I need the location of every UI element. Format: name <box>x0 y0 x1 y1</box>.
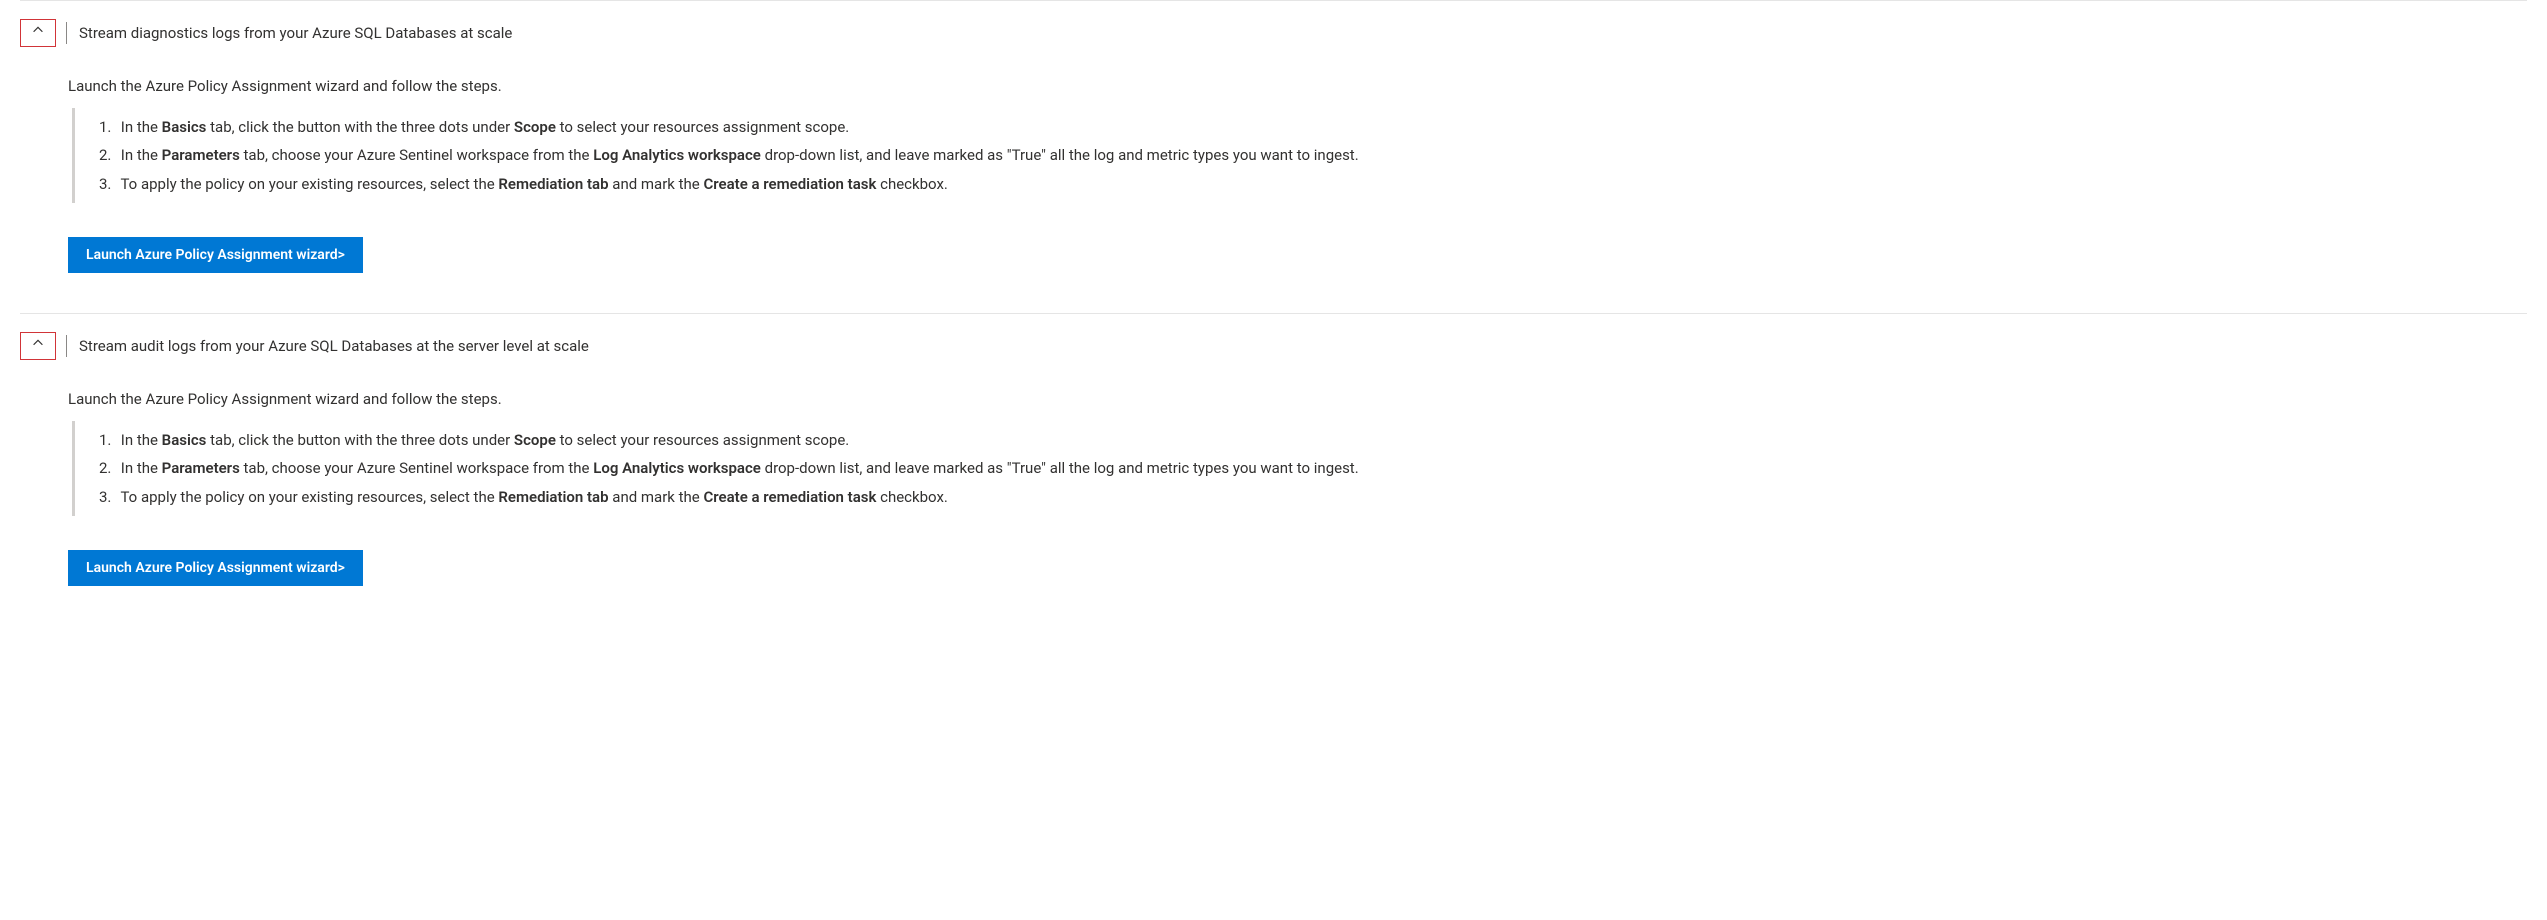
step-text: In the <box>121 431 162 449</box>
section-title: Stream audit logs from your Azure SQL Da… <box>79 335 589 358</box>
section-body: Launch the Azure Policy Assignment wizar… <box>68 75 2527 273</box>
step-text: drop-down list, and leave marked as "Tru… <box>761 146 1359 164</box>
step-line: 3. To apply the policy on your existing … <box>99 486 2527 509</box>
chevron-up-icon <box>31 336 45 357</box>
step-text: To apply the policy on your existing res… <box>120 488 498 506</box>
step-bold: Log Analytics workspace <box>593 459 761 477</box>
launch-wizard-button[interactable]: Launch Azure Policy Assignment wizard> <box>68 550 363 586</box>
step-number: 3. <box>99 173 117 196</box>
collapse-toggle[interactable] <box>20 19 56 47</box>
step-bold: Remediation tab <box>498 488 608 506</box>
step-text: tab, click the button with the three dot… <box>206 118 514 136</box>
step-text: In the <box>121 118 162 136</box>
step-number: 2. <box>99 457 117 480</box>
vertical-divider <box>66 335 67 357</box>
collapse-toggle[interactable] <box>20 332 56 360</box>
step-text: tab, choose your Azure Sentinel workspac… <box>240 459 593 477</box>
step-line: 3. To apply the policy on your existing … <box>99 173 2527 196</box>
intro-text: Launch the Azure Policy Assignment wizar… <box>68 388 2527 411</box>
chevron-up-icon <box>31 23 45 44</box>
step-text: drop-down list, and leave marked as "Tru… <box>761 459 1359 477</box>
section-body: Launch the Azure Policy Assignment wizar… <box>68 388 2527 586</box>
step-bold: Create a remediation task <box>703 488 876 506</box>
step-bold: Remediation tab <box>498 175 608 193</box>
step-number: 2. <box>99 144 117 167</box>
expander-header[interactable]: Stream audit logs from your Azure SQL Da… <box>20 332 2527 360</box>
step-number: 1. <box>99 116 117 139</box>
step-bold: Basics <box>162 431 207 449</box>
step-text: to select your resources assignment scop… <box>556 118 849 136</box>
expander-header[interactable]: Stream diagnostics logs from your Azure … <box>20 19 2527 47</box>
step-text: checkbox. <box>876 175 947 193</box>
step-text: tab, click the button with the three dot… <box>206 431 514 449</box>
step-bold: Log Analytics workspace <box>593 146 761 164</box>
step-bold: Create a remediation task <box>703 175 876 193</box>
step-line: 2. In the Parameters tab, choose your Az… <box>99 457 2527 480</box>
step-text: to select your resources assignment scop… <box>556 431 849 449</box>
step-text: To apply the policy on your existing res… <box>120 175 498 193</box>
vertical-divider <box>66 22 67 44</box>
step-text: checkbox. <box>876 488 947 506</box>
step-number: 1. <box>99 429 117 452</box>
steps-block: 1. In the Basics tab, click the button w… <box>72 421 2527 517</box>
steps-block: 1. In the Basics tab, click the button w… <box>72 108 2527 204</box>
step-line: 1. In the Basics tab, click the button w… <box>99 116 2527 139</box>
launch-wizard-button[interactable]: Launch Azure Policy Assignment wizard> <box>68 237 363 273</box>
step-line: 2. In the Parameters tab, choose your Az… <box>99 144 2527 167</box>
expander-section: Stream diagnostics logs from your Azure … <box>20 0 2527 313</box>
step-bold: Scope <box>514 431 556 449</box>
step-bold: Parameters <box>162 459 240 477</box>
step-number: 3. <box>99 486 117 509</box>
step-text: In the <box>121 459 162 477</box>
step-text: In the <box>121 146 162 164</box>
expander-section: Stream audit logs from your Azure SQL Da… <box>20 313 2527 626</box>
step-text: and mark the <box>609 175 704 193</box>
step-bold: Basics <box>162 118 207 136</box>
step-text: tab, choose your Azure Sentinel workspac… <box>240 146 593 164</box>
section-title: Stream diagnostics logs from your Azure … <box>79 22 512 45</box>
step-bold: Parameters <box>162 146 240 164</box>
step-line: 1. In the Basics tab, click the button w… <box>99 429 2527 452</box>
step-text: and mark the <box>609 488 704 506</box>
intro-text: Launch the Azure Policy Assignment wizar… <box>68 75 2527 98</box>
step-bold: Scope <box>514 118 556 136</box>
